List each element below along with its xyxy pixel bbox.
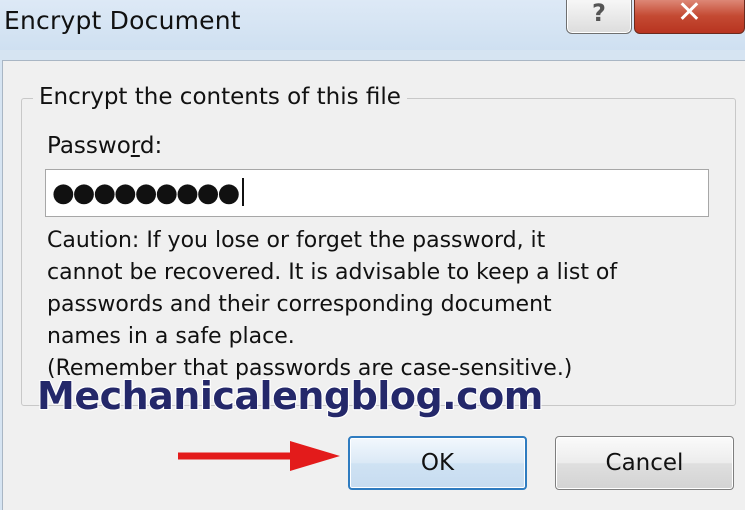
cancel-button[interactable]: Cancel [555,436,734,490]
caution-line: passwords and their corresponding docume… [47,292,552,317]
arrow-head [290,441,340,471]
password-label-part: Passwo [47,133,131,159]
password-label-access-key: r [130,133,140,159]
password-label: Password: [47,133,162,159]
password-value: ●●●●●●●●● [52,178,245,208]
help-button[interactable]: ? [566,0,632,34]
window-title: Encrypt Document [4,6,241,35]
red-arrow-icon [178,441,340,471]
encrypt-document-dialog: Encrypt Document ? ✕ Encrypt the content… [0,0,745,510]
password-input[interactable]: ●●●●●●●●● [45,169,709,217]
ok-button[interactable]: OK [348,436,527,490]
caution-line: names in a safe place. [47,324,295,349]
close-button[interactable]: ✕ [634,0,745,34]
caution-line: Caution: If you lose or forget the passw… [47,228,546,253]
text-caret [242,178,245,206]
password-label-part: d: [139,133,163,159]
password-masked-text: ●●●●●●●●● [52,178,240,208]
caution-line: cannot be recovered. It is advisable to … [47,260,618,285]
watermark-text: Mechanicalengblog.com [36,373,544,419]
help-icon: ? [592,0,606,27]
close-icon: ✕ [676,0,703,30]
dialog-body: Encrypt the contents of this file Passwo… [2,60,745,510]
title-bar: Encrypt Document ? ✕ [0,0,745,50]
groupbox-title: Encrypt the contents of this file [33,84,407,110]
